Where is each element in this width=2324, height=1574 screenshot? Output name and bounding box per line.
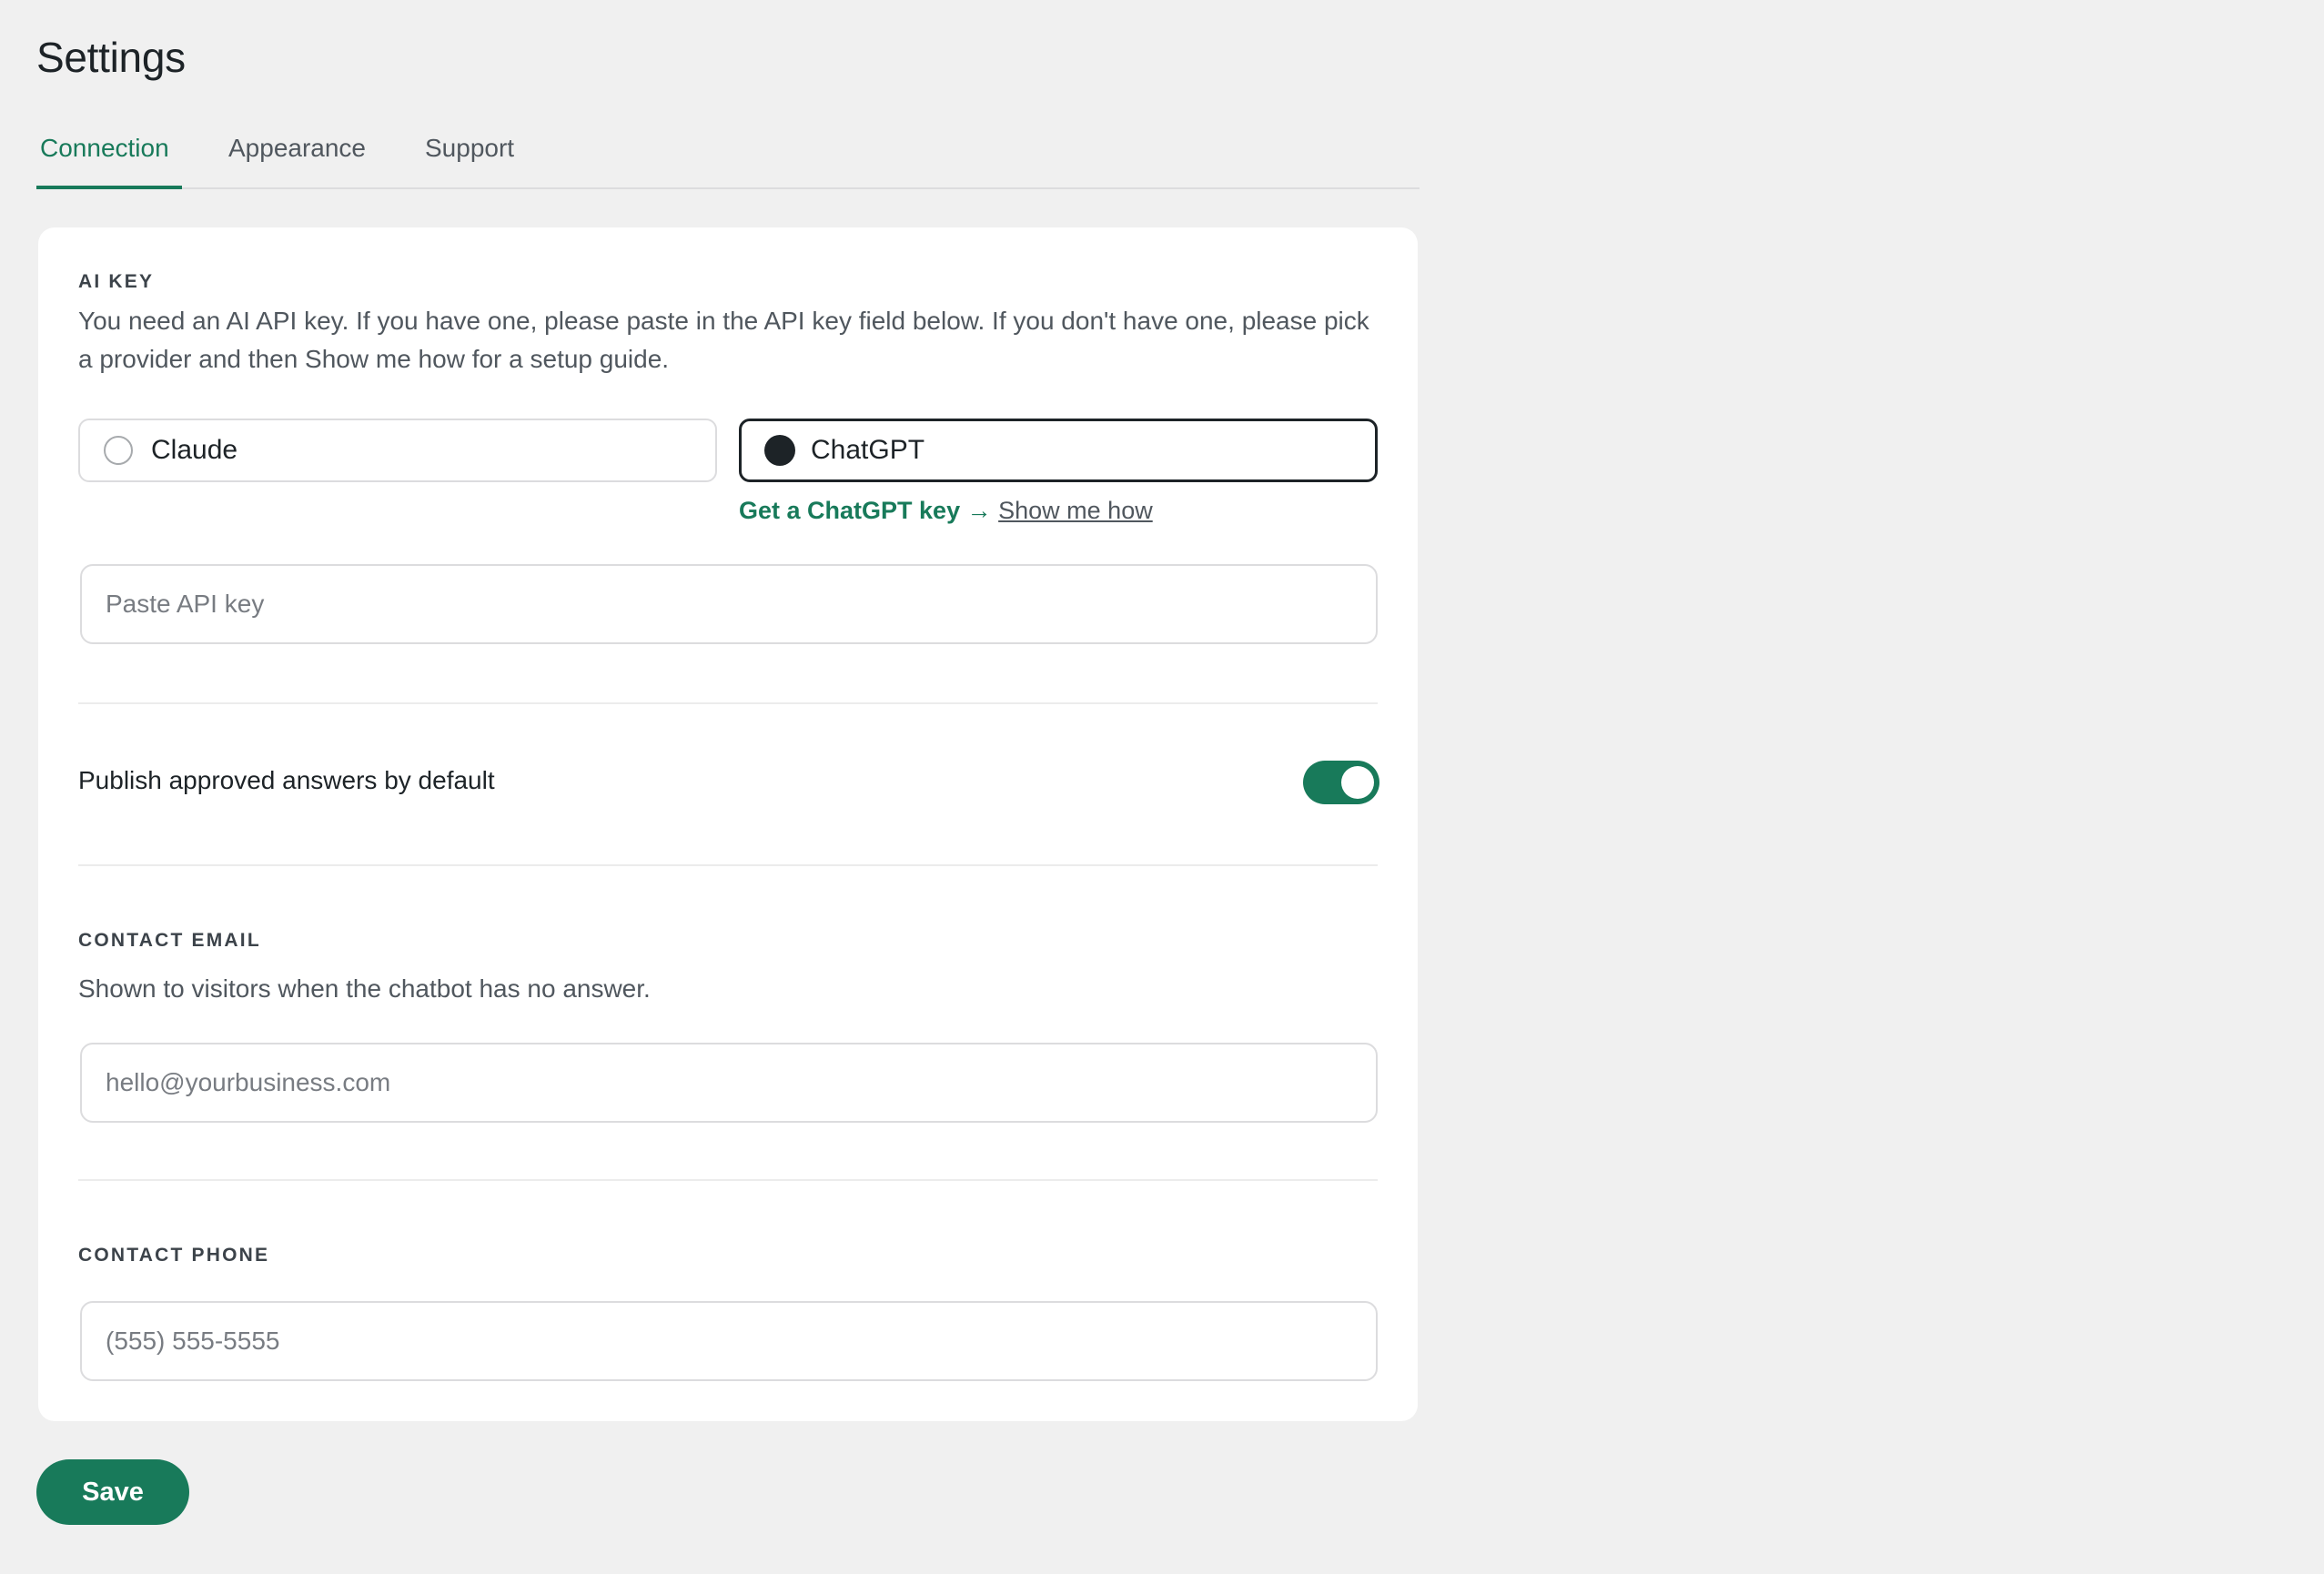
tab-connection[interactable]: Connection (36, 127, 182, 189)
contact-email-input[interactable] (80, 1043, 1378, 1123)
divider (78, 1179, 1378, 1181)
provider-label-claude: Claude (151, 435, 238, 465)
provider-option-claude[interactable]: Claude (78, 419, 717, 482)
save-button[interactable]: Save (36, 1459, 189, 1525)
tab-support[interactable]: Support (425, 127, 514, 187)
publish-toggle[interactable] (1303, 761, 1379, 804)
divider (78, 702, 1378, 704)
arrow-right-icon: → (966, 497, 992, 524)
contact-phone-input[interactable] (80, 1301, 1378, 1381)
key-help: Get a ChatGPT key → Show me how (739, 493, 1153, 528)
toggle-knob (1341, 766, 1374, 799)
contact-email-description: Shown to visitors when the chatbot has n… (78, 974, 651, 1003)
radio-unselected-icon (104, 436, 133, 465)
get-key-text: Get a ChatGPT key (739, 497, 961, 524)
provider-option-chatgpt[interactable]: ChatGPT (739, 419, 1378, 482)
tab-appearance[interactable]: Appearance (228, 127, 366, 187)
ai-key-label: AI KEY (78, 271, 155, 292)
publish-toggle-label: Publish approved answers by default (78, 766, 495, 794)
contact-phone-label: CONTACT PHONE (78, 1245, 270, 1266)
radio-selected-icon (764, 435, 795, 466)
divider (78, 864, 1378, 866)
api-key-input[interactable] (80, 564, 1378, 644)
settings-card: AI KEY You need an AI API key. If you ha… (38, 227, 1418, 1421)
ai-key-description: You need an AI API key. If you have one,… (78, 307, 1369, 373)
contact-email-label: CONTACT EMAIL (78, 930, 261, 951)
show-me-how-link[interactable]: Show me how (998, 497, 1153, 524)
settings-tabs: Connection Appearance Support (36, 127, 1420, 189)
page-title: Settings (36, 34, 186, 81)
provider-label-chatgpt: ChatGPT (811, 435, 925, 465)
